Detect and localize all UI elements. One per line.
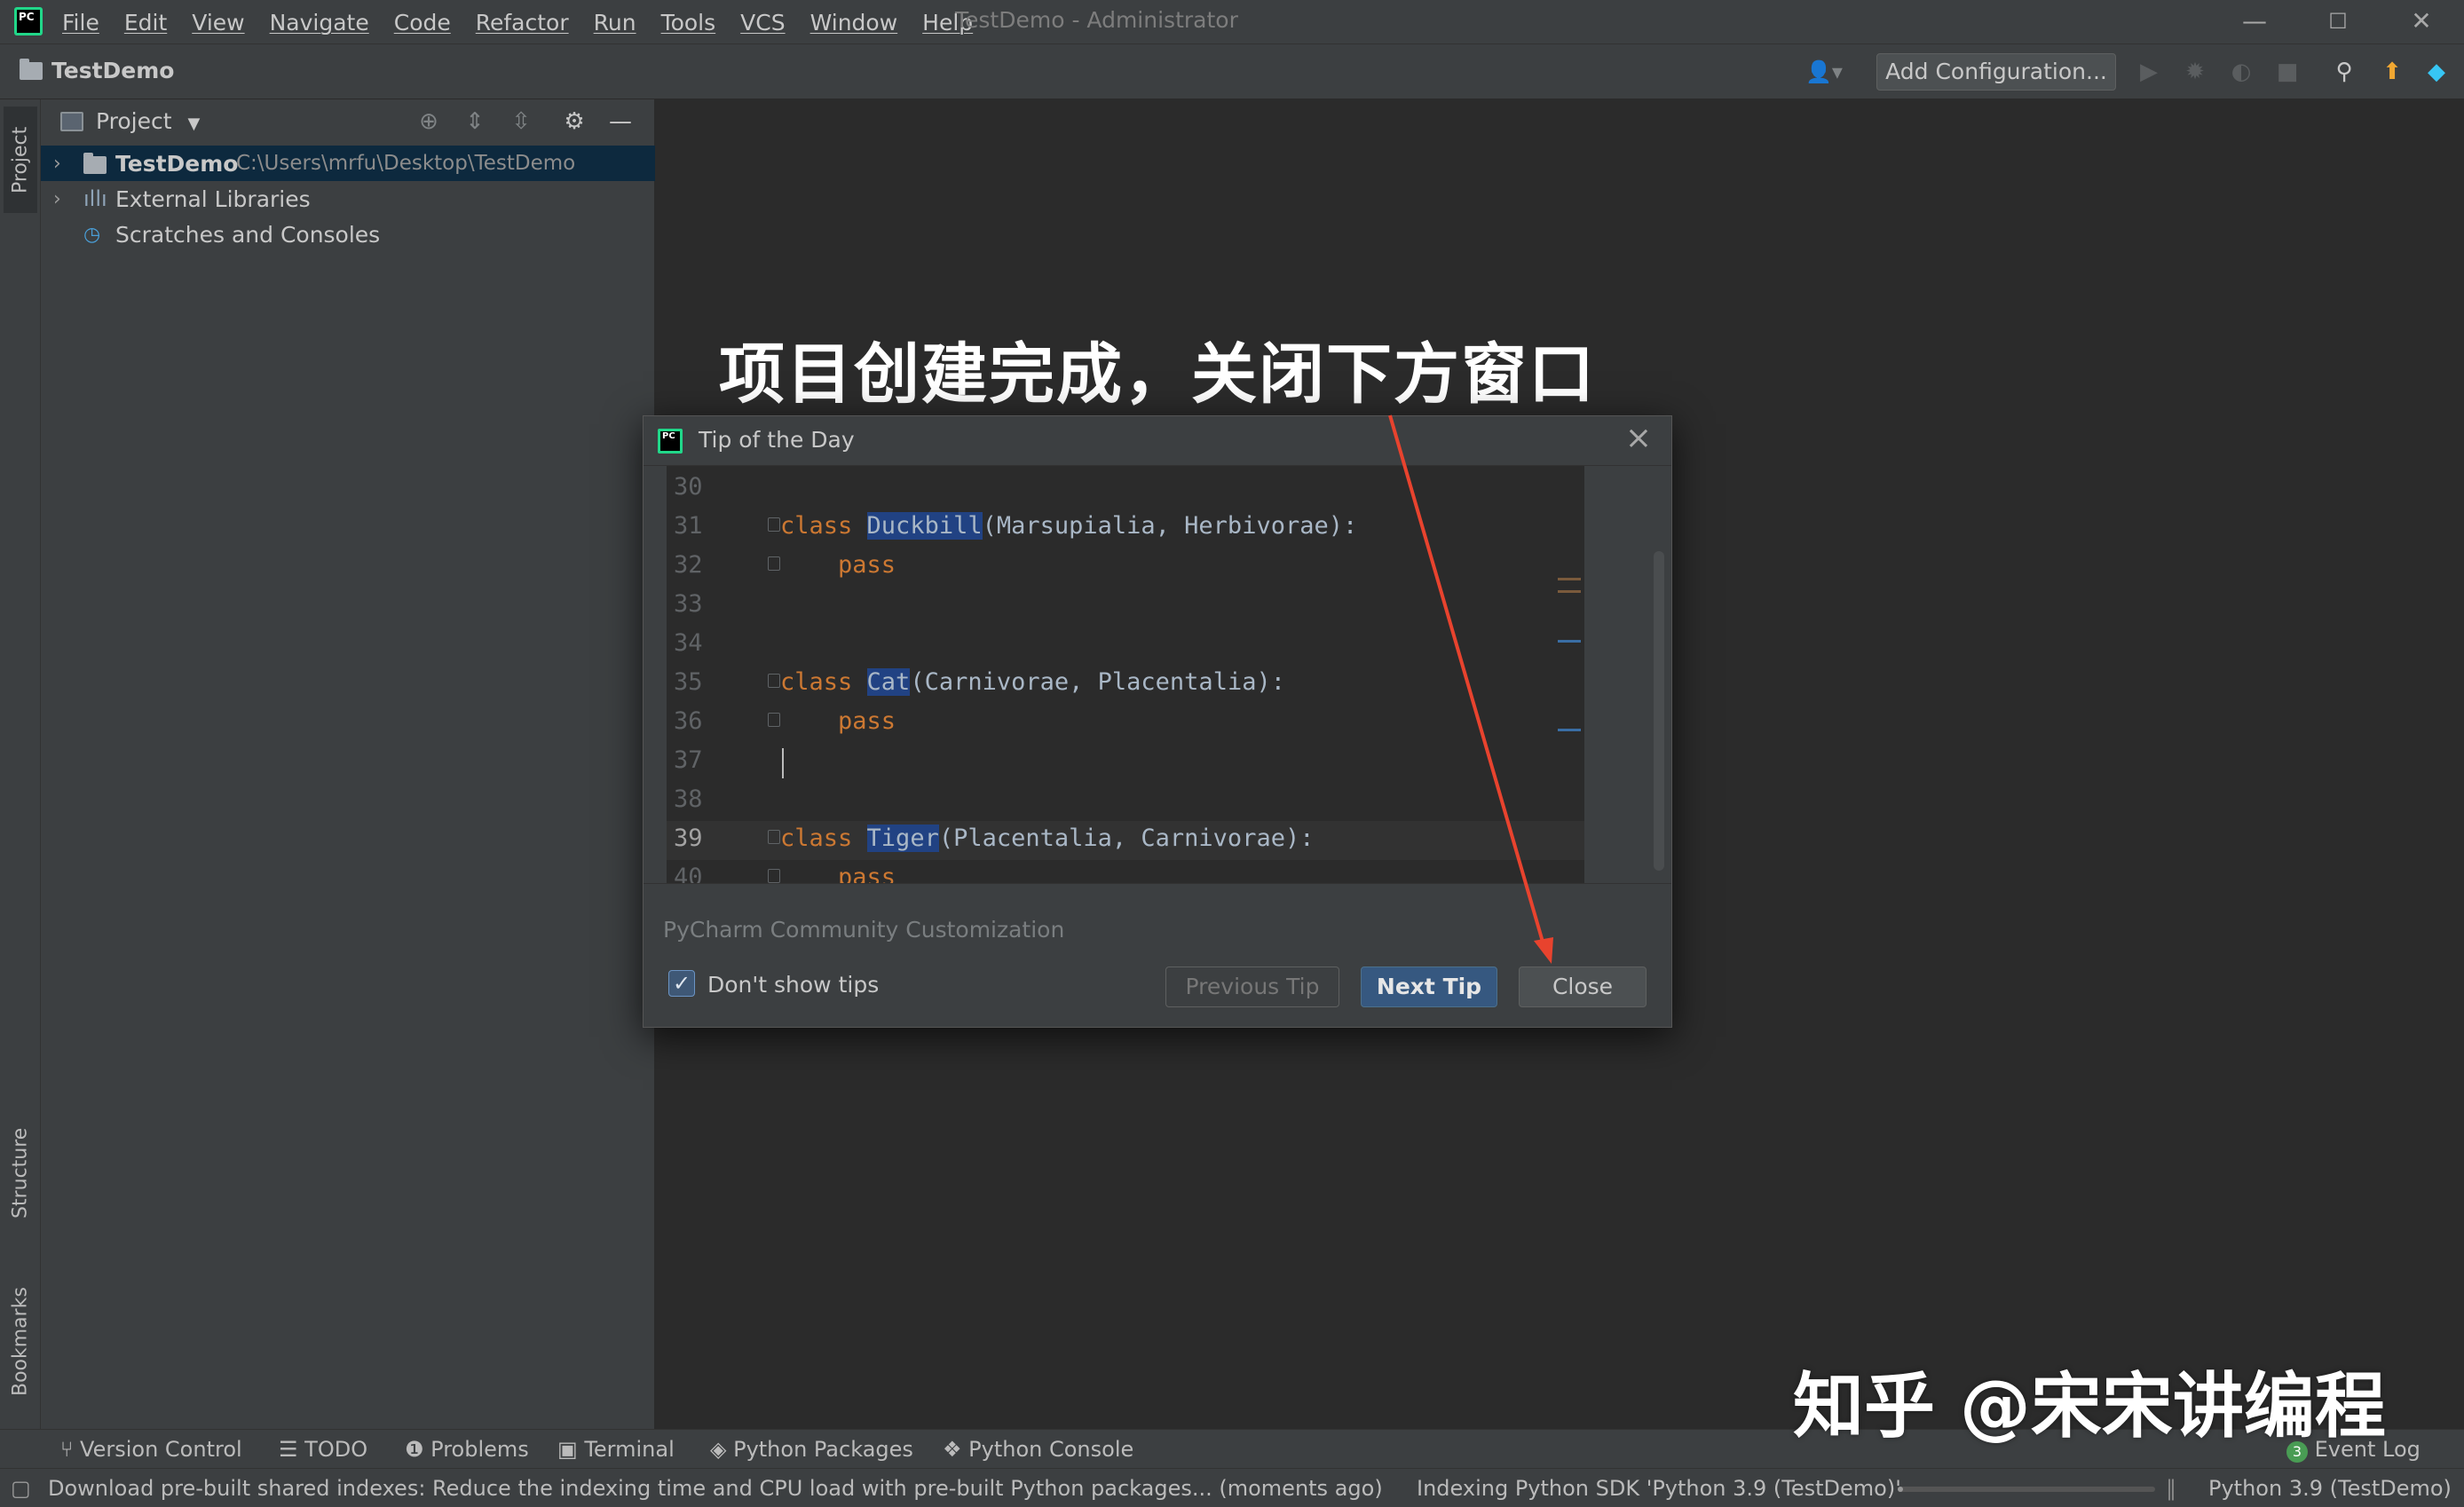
tool-python-packages[interactable]: ◈ Python Packages [710, 1437, 913, 1462]
watermark: 知乎 @宋宋讲编程 [1793, 1365, 2386, 1448]
python-icon: ❖ [943, 1437, 969, 1462]
annotation-arrow [1388, 414, 1553, 964]
indexing-status: Indexing Python SDK 'Python 3.9 (TestDem… [1417, 1476, 1901, 1501]
packages-icon: ◈ [710, 1437, 734, 1462]
tool-terminal[interactable]: ▣ Terminal [557, 1437, 675, 1462]
arrow-head [1534, 937, 1553, 964]
tool-python-console[interactable]: ❖ Python Console [943, 1437, 1133, 1462]
status-message[interactable]: Download pre-built shared indexes: Reduc… [48, 1476, 1383, 1501]
status-bar: ▢ Download pre-built shared indexes: Red… [0, 1468, 2464, 1507]
tool-todo[interactable]: ☰ TODO [279, 1437, 367, 1462]
tool-problems[interactable]: ❶ Problems [405, 1437, 529, 1462]
problems-icon: ❶ [405, 1437, 431, 1462]
status-toggle-icon[interactable]: ▢ [11, 1476, 31, 1501]
list-icon: ☰ [279, 1437, 305, 1462]
arrow-line [1388, 414, 1546, 949]
indexing-progress-bar [1898, 1487, 2155, 1492]
progress-fill [1898, 1487, 1903, 1492]
branch-icon: ⑂ [60, 1437, 81, 1462]
pause-icon[interactable]: ‖ [2166, 1476, 2176, 1501]
terminal-icon: ▣ [557, 1437, 585, 1462]
tool-version-control[interactable]: ⑂ Version Control [60, 1437, 242, 1462]
interpreter-selector[interactable]: Python 3.9 (TestDemo) [2208, 1476, 2452, 1501]
